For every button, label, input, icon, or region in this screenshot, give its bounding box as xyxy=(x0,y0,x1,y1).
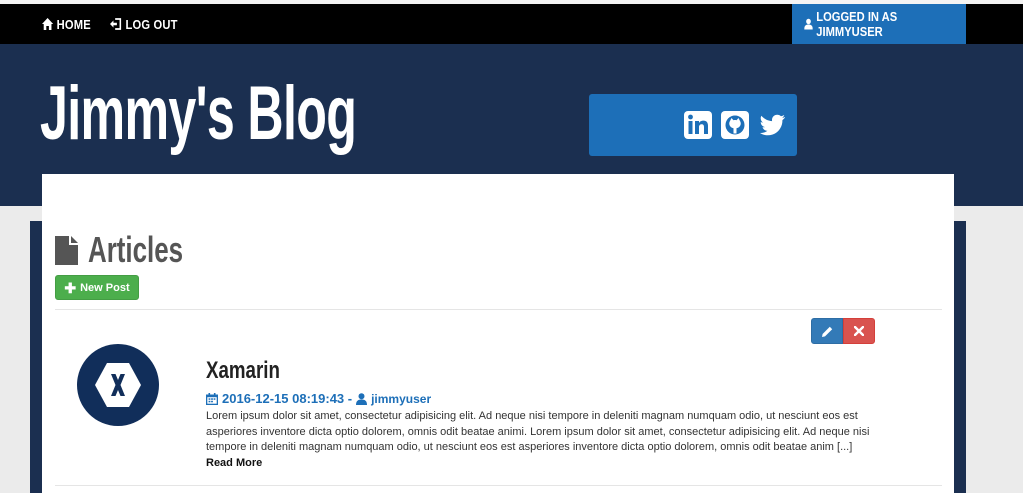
github-icon[interactable] xyxy=(720,110,750,140)
delete-post-button[interactable] xyxy=(843,318,875,344)
home-icon xyxy=(42,18,54,30)
user-icon xyxy=(356,392,368,405)
nav-logout-link[interactable]: Log Out xyxy=(110,4,178,44)
articles-header: Articles xyxy=(55,229,220,271)
file-icon xyxy=(55,235,78,265)
logged-in-label: Logged in as jimmyuser xyxy=(816,9,898,39)
plus-icon: ✚ xyxy=(64,279,77,296)
user-icon xyxy=(804,18,813,30)
post-author: jimmyuser xyxy=(371,391,432,406)
nav-home-label: Home xyxy=(56,16,91,32)
post-meta: 2016-12-15 08:19:43 - jimmyuser xyxy=(206,391,431,406)
social-links xyxy=(589,94,797,156)
post-excerpt: Lorem ipsum dolor sit amet, consectetur … xyxy=(206,409,871,471)
blog-title: Jimmy's Blog xyxy=(40,71,357,156)
articles-heading: Articles xyxy=(88,229,184,270)
new-post-button[interactable]: ✚ New Post xyxy=(55,275,139,300)
nav-logout-label: Log Out xyxy=(125,16,178,32)
new-post-label: New Post xyxy=(80,281,130,294)
post-date: 2016-12-15 08:19:43 - xyxy=(222,391,353,406)
close-icon xyxy=(854,326,864,336)
content-border-left xyxy=(30,221,42,493)
twitter-icon[interactable] xyxy=(757,110,787,140)
pencil-icon xyxy=(821,326,832,337)
divider xyxy=(55,485,942,486)
post-body-text: Lorem ipsum dolor sit amet, consectetur … xyxy=(206,410,870,453)
post-title[interactable]: Xamarin xyxy=(206,357,280,385)
read-more-link[interactable]: Read More xyxy=(206,457,262,469)
post-author-link[interactable]: jimmyuser xyxy=(356,392,431,406)
log-out-icon xyxy=(110,18,122,30)
xamarin-logo xyxy=(77,344,159,426)
linkedin-icon[interactable] xyxy=(683,110,713,140)
content-border-right xyxy=(954,221,966,493)
nav-home-link[interactable]: Home xyxy=(42,4,91,44)
edit-post-button[interactable] xyxy=(811,318,843,344)
divider xyxy=(55,309,942,310)
calendar-icon xyxy=(206,392,218,405)
logged-in-user-link[interactable]: Logged in as jimmyuser xyxy=(792,4,966,44)
